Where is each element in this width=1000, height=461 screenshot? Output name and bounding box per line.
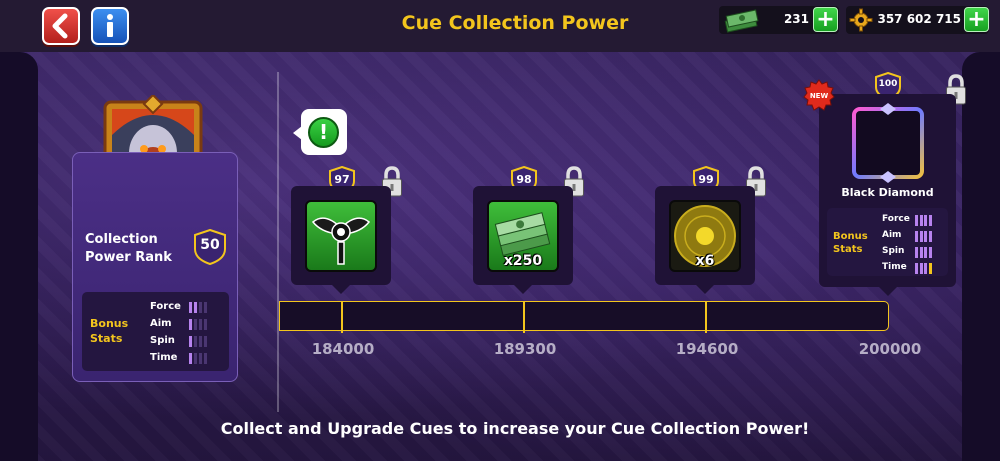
bonus-stats-box: Bonus Stats Force Aim Spin Time: [82, 292, 229, 371]
card-pointer: [879, 287, 897, 296]
stat-bar-segment: [928, 263, 932, 274]
stat-bar-segment: [194, 302, 197, 313]
exclamation-icon: !: [308, 117, 339, 148]
stat-bar-segment: [199, 302, 202, 313]
black-diamond-card[interactable]: Black Diamond Bonus Stats Force Aim Spin…: [819, 94, 956, 287]
bd-stat-time-label: Time: [882, 262, 907, 272]
milestone-label: 200000: [858, 340, 922, 358]
stat-bar-segment: [194, 353, 197, 364]
progress-tick: [705, 301, 707, 333]
stat-bar-segment: [199, 336, 202, 347]
card-pointer: [332, 285, 350, 294]
stat-force-label: Force: [150, 301, 181, 312]
milestone-label: 194600: [675, 340, 739, 358]
left-frame: [0, 52, 38, 461]
screen: Cue Collection Power 231 + 357 602 715 +: [0, 0, 1000, 461]
panel-divider: [277, 72, 279, 412]
bd-bonus-stats-title: Bonus Stats: [833, 231, 868, 255]
stat-bar-segment: [924, 247, 927, 258]
cue-piece-icon: [305, 200, 377, 272]
black-diamond-name: Black Diamond: [841, 186, 934, 199]
new-badge: NEW: [803, 79, 835, 111]
stat-bar-segment: [915, 247, 918, 258]
reward-level-98: 98: [516, 173, 532, 186]
stat-bar-segment: [919, 247, 923, 258]
stat-bar-segment: [924, 231, 927, 242]
stat-bar-segment: [919, 263, 923, 274]
progress-tick: [523, 301, 525, 333]
stat-time-label: Time: [150, 352, 178, 363]
stat-bar-segment: [928, 231, 932, 242]
reward-level-97: 97: [334, 173, 350, 186]
footer-hint: Collect and Upgrade Cues to increase you…: [220, 419, 810, 438]
stat-bar-segment: [915, 263, 918, 274]
stat-spin-label: Spin: [150, 335, 175, 346]
cash-reward-icon: x250: [487, 200, 559, 272]
collection-rank-panel: Collection Power Rank 50 Bonus Stats For…: [72, 152, 238, 382]
card-pointer: [696, 285, 714, 294]
gear-coin-icon: [849, 8, 873, 32]
card-pointer: [514, 285, 532, 294]
back-button[interactable]: [42, 7, 80, 45]
stat-aim-label: Aim: [150, 318, 172, 329]
reward-quantity: x6: [695, 253, 715, 269]
progress-tick: [341, 301, 343, 333]
milestone-label: 189300: [493, 340, 557, 358]
stat-bar-segment: [919, 231, 923, 242]
stat-bar-segment: [189, 319, 192, 330]
stat-bar-segment: [189, 302, 192, 313]
rank-label: Collection Power Rank: [85, 232, 172, 265]
reward-card[interactable]: x6: [655, 186, 755, 285]
bd-stat-spin-label: Spin: [882, 246, 905, 256]
bd-stat-aim-label: Aim: [882, 230, 902, 240]
stat-bar-segment: [924, 263, 927, 274]
rank-value: 50: [200, 237, 220, 253]
stat-bar-segment: [924, 215, 927, 226]
stat-bar-segment: [189, 336, 192, 347]
bonus-stats-title: Bonus Stats: [90, 317, 129, 345]
stat-bar-segment: [928, 215, 932, 226]
coins-counter: 357 602 715 +: [846, 6, 989, 34]
stat-bar-segment: [915, 215, 918, 226]
stat-bar-segment: [928, 247, 932, 258]
add-coins-button[interactable]: +: [964, 7, 989, 32]
milestone-label: 184000: [311, 340, 375, 358]
stat-bar-segment: [204, 302, 207, 313]
info-icon: [107, 14, 113, 37]
right-frame: [962, 52, 1000, 461]
add-cash-button[interactable]: +: [813, 7, 838, 32]
top-bar: Cue Collection Power 231 + 357 602 715 +: [0, 0, 1000, 52]
spin-boost-icon: x6: [669, 200, 741, 272]
progress-bar: [279, 301, 889, 331]
stat-bar-segment: [204, 319, 207, 330]
page-title: Cue Collection Power: [401, 12, 629, 34]
chevron-left-icon: [52, 13, 68, 39]
stat-bar-segment: [204, 336, 207, 347]
winged-ball-icon: [311, 217, 371, 265]
cash-counter: 231 +: [719, 6, 839, 34]
new-badge-label: NEW: [810, 92, 829, 100]
cash-stack-icon: [724, 9, 759, 33]
cash-amount: 231: [783, 12, 809, 26]
bd-stat-force-label: Force: [882, 214, 910, 224]
stat-bar-segment: [919, 215, 923, 226]
stat-bar-segment: [199, 353, 202, 364]
reward-card[interactable]: [291, 186, 391, 285]
stat-bar-segment: [915, 231, 918, 242]
stat-bar-segment: [194, 336, 197, 347]
reward-quantity: x250: [503, 253, 543, 269]
stat-bar-segment: [204, 353, 207, 364]
reward-card[interactable]: x250: [473, 186, 573, 285]
coins-amount: 357 602 715: [877, 12, 961, 26]
diamond-frame-icon: [852, 103, 924, 183]
bd-bonus-stats-box: Bonus Stats Force Aim Spin Time: [827, 208, 948, 276]
stat-bar-segment: [194, 319, 197, 330]
stat-bar-segment: [199, 319, 202, 330]
reward-level-100: 100: [878, 79, 898, 89]
stat-bar-segment: [189, 353, 192, 364]
reward-level-99: 99: [698, 173, 714, 186]
info-button[interactable]: [91, 7, 129, 45]
